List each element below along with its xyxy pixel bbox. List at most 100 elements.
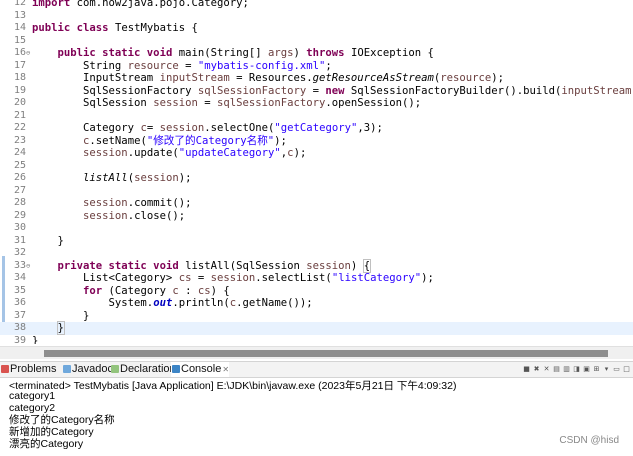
- code-text[interactable]: }: [32, 310, 89, 323]
- line-number: 18: [13, 72, 26, 83]
- code-line[interactable]: 24 session.update("updateCategory",c);: [0, 147, 633, 160]
- code-line[interactable]: 13: [0, 10, 633, 23]
- code-text[interactable]: Category c= session.selectOne("getCatego…: [32, 122, 383, 135]
- code-line[interactable]: 17 String resource = "mybatis-config.xml…: [0, 60, 633, 73]
- line-number: 37: [13, 309, 26, 321]
- code-text[interactable]: SqlSessionFactory sqlSessionFactory = ne…: [32, 85, 632, 98]
- code-line[interactable]: 37 }: [0, 310, 633, 323]
- code-line[interactable]: 27: [0, 185, 633, 198]
- line-number: 24: [13, 147, 26, 158]
- code-line[interactable]: 35 for (Category c : cs) {: [0, 285, 633, 298]
- code-text[interactable]: public static void main(String[] args) t…: [32, 47, 434, 60]
- code-text[interactable]: public class TestMybatis {: [32, 22, 198, 35]
- code-line[interactable]: 16 ⊖ public static void main(String[] ar…: [0, 47, 633, 60]
- console-toolbar: ■ ✖ ✕ ▤ ▥ ◨ ▣ ⊞ ▾ ▭ □: [522, 363, 631, 376]
- code-text[interactable]: InputStream inputStream = Resources.getR…: [32, 72, 504, 85]
- remove-launch-icon[interactable]: ✖: [532, 365, 541, 374]
- code-line-current[interactable]: 38 }: [0, 321, 633, 335]
- console-output[interactable]: category1 category2 修改了的Category名称 新增加的C…: [9, 390, 115, 450]
- code-text[interactable]: System.out.println(c.getName());: [32, 297, 313, 310]
- open-console-icon[interactable]: ⊞: [592, 365, 601, 374]
- line-number: 21: [13, 109, 26, 121]
- line-number: 29: [13, 209, 26, 221]
- horizontal-scrollbar[interactable]: [0, 346, 633, 359]
- line-number: 38: [13, 322, 26, 333]
- code-text[interactable]: }: [32, 335, 38, 345]
- line-number: 20: [13, 97, 26, 108]
- code-text[interactable]: listAll(session);: [32, 172, 191, 185]
- line-number: 14: [13, 22, 26, 33]
- line-number: 26: [13, 172, 26, 183]
- code-text[interactable]: c.setName("修改了的Category名称");: [32, 135, 287, 148]
- code-text[interactable]: private static void listAll(SqlSession s…: [32, 258, 372, 273]
- line-number: 17: [13, 59, 26, 71]
- code-text[interactable]: session.commit();: [32, 197, 191, 210]
- line-number: 19: [13, 84, 26, 96]
- display-selected-icon[interactable]: ▣: [582, 365, 591, 374]
- code-text[interactable]: session.close();: [32, 210, 185, 223]
- code-line[interactable]: 32: [0, 247, 633, 260]
- tab-label: Javadoc: [72, 363, 113, 375]
- console-output-line: category2: [9, 402, 56, 414]
- minimize-icon[interactable]: ▭: [612, 365, 621, 374]
- line-number: 28: [13, 197, 26, 208]
- line-number: 13: [13, 9, 26, 21]
- line-number: 39: [13, 334, 26, 345]
- code-line[interactable]: 31 }: [0, 235, 633, 248]
- scroll-lock-icon[interactable]: ▤: [552, 365, 561, 374]
- tab-console[interactable]: Console✕: [171, 362, 230, 377]
- watermark: CSDN @hisd: [559, 435, 619, 446]
- code-line[interactable]: 19 SqlSessionFactory sqlSessionFactory =…: [0, 85, 633, 98]
- code-line[interactable]: 15: [0, 35, 633, 48]
- javadoc-icon: [63, 365, 71, 373]
- code-text[interactable]: SqlSession session = sqlSessionFactory.o…: [32, 97, 421, 110]
- code-line[interactable]: 23 c.setName("修改了的Category名称");: [0, 135, 633, 148]
- line-number: 32: [13, 247, 26, 258]
- tab-label: Problems: [10, 363, 57, 375]
- line-number: 22: [13, 122, 26, 133]
- line-number: 16: [13, 47, 26, 58]
- code-line[interactable]: 18 InputStream inputStream = Resources.g…: [0, 72, 633, 85]
- scrollbar-thumb[interactable]: [44, 350, 608, 357]
- tab-problems[interactable]: Problems: [0, 362, 56, 377]
- pin-console-icon[interactable]: ◨: [572, 365, 581, 374]
- code-text[interactable]: }: [32, 321, 65, 335]
- console-output-line: category1: [9, 390, 56, 402]
- code-line[interactable]: 12 import com.how2java.pojo.Category;: [0, 0, 633, 10]
- code-line[interactable]: 33 ⊖ private static void listAll(SqlSess…: [0, 258, 633, 273]
- view-menu-icon[interactable]: ▾: [602, 365, 611, 374]
- code-line[interactable]: 28 session.commit();: [0, 197, 633, 210]
- code-editor[interactable]: 12 import com.how2java.pojo.Category; 13…: [0, 0, 633, 344]
- code-text[interactable]: session.update("updateCategory",c);: [32, 147, 306, 160]
- code-text[interactable]: }: [32, 235, 64, 248]
- code-line[interactable]: 21: [0, 110, 633, 123]
- terminate-icon[interactable]: ■: [522, 365, 531, 374]
- console-output-line: 修改了的Category名称: [9, 414, 115, 426]
- tab-javadoc[interactable]: Javadoc: [62, 362, 113, 377]
- code-line[interactable]: 36 System.out.println(c.getName());: [0, 297, 633, 310]
- word-wrap-icon[interactable]: ▥: [562, 365, 571, 374]
- console-icon: [172, 365, 180, 373]
- code-text[interactable]: import com.how2java.pojo.Category;: [32, 0, 249, 10]
- remove-all-icon[interactable]: ✕: [542, 365, 551, 374]
- code-text[interactable]: for (Category c : cs) {: [32, 285, 230, 298]
- code-text[interactable]: String resource = "mybatis-config.xml";: [32, 60, 332, 73]
- line-number: 12: [13, 0, 26, 8]
- code-text[interactable]: List<Category> cs = session.selectList("…: [32, 272, 434, 285]
- tab-declaration[interactable]: Declaration: [110, 362, 176, 377]
- maximize-icon[interactable]: □: [622, 365, 631, 374]
- code-line[interactable]: 22 Category c= session.selectOne("getCat…: [0, 122, 633, 135]
- code-line[interactable]: 29 session.close();: [0, 210, 633, 223]
- tab-label: Console: [181, 363, 222, 375]
- code-line[interactable]: 14 public class TestMybatis {: [0, 22, 633, 35]
- code-line[interactable]: 26 listAll(session);: [0, 172, 633, 185]
- code-line[interactable]: 39 }: [0, 335, 633, 345]
- line-number: 23: [13, 134, 26, 146]
- code-line[interactable]: 25: [0, 160, 633, 173]
- code-line[interactable]: 20 SqlSession session = sqlSessionFactor…: [0, 97, 633, 110]
- close-icon[interactable]: ✕: [222, 365, 229, 374]
- line-number: 35: [13, 284, 26, 296]
- code-line[interactable]: 34 List<Category> cs = session.selectLis…: [0, 272, 633, 285]
- line-number: 27: [13, 184, 26, 196]
- code-line[interactable]: 30: [0, 222, 633, 235]
